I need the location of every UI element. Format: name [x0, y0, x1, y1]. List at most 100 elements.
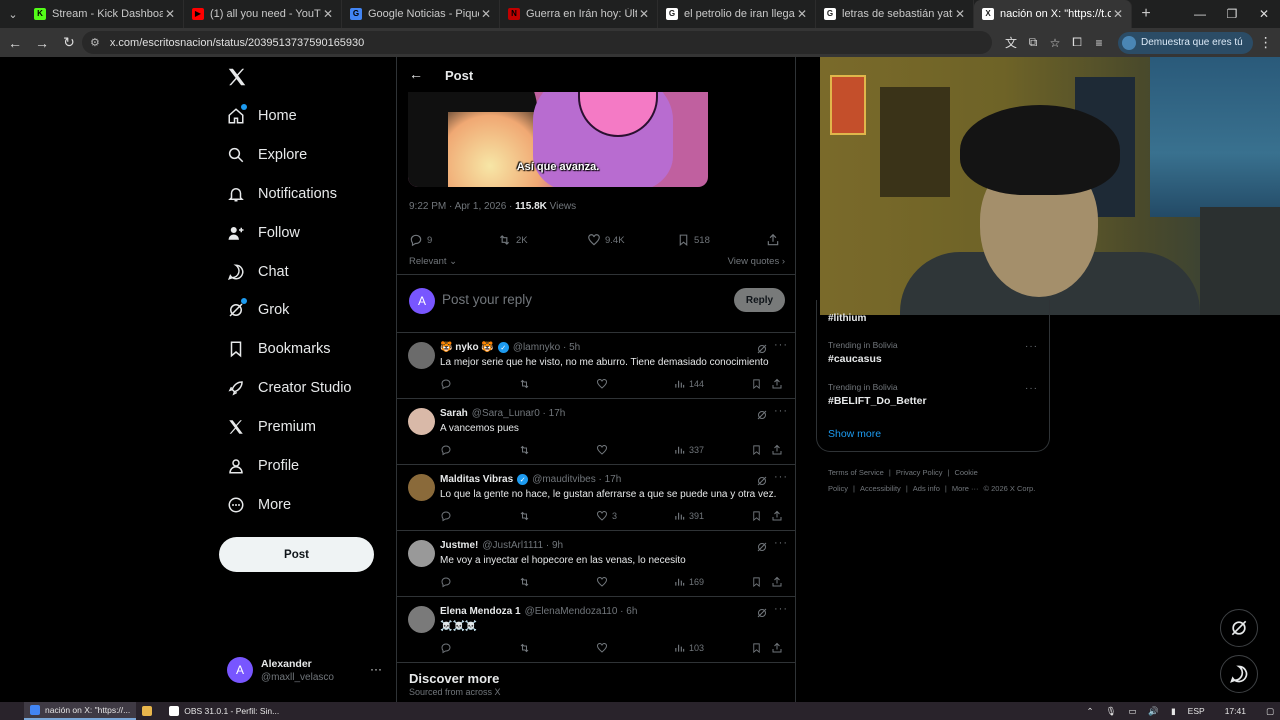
share-icon[interactable]	[771, 642, 787, 654]
sidebar-item-bookmarks[interactable]: Bookmarks	[226, 337, 331, 361]
reply-author-handle[interactable]: @mauditvibes · 17h	[532, 474, 621, 485]
views-action[interactable]: 169	[674, 576, 704, 587]
taskbar-app[interactable]	[136, 702, 163, 720]
browser-tab[interactable]: G Google Noticias - Piqué y el árb✕	[342, 0, 500, 28]
account-avatar[interactable]: A	[227, 657, 253, 683]
reply-icon[interactable]	[440, 510, 456, 522]
more-options-icon[interactable]: ···	[774, 405, 788, 417]
network-icon[interactable]: ▭	[1128, 706, 1136, 717]
reply-input[interactable]: Post your reply	[442, 292, 532, 307]
reply-icon[interactable]	[440, 576, 456, 588]
tab-search-button[interactable]: ⌄	[0, 0, 26, 28]
tab-close-icon[interactable]: ✕	[321, 7, 335, 21]
reply-item[interactable]: Elena Mendoza 1 @ElenaMendoza110 · 6h ··· ☠…	[397, 596, 795, 662]
like-action[interactable]: 3	[596, 510, 617, 522]
share-icon[interactable]	[771, 576, 787, 588]
footer-link[interactable]: Accessibility	[860, 484, 901, 493]
x-logo[interactable]	[226, 66, 248, 88]
close-window-button[interactable]: ✕	[1248, 0, 1280, 28]
sidebar-item-notifications[interactable]: Notifications	[226, 182, 337, 206]
footer-link[interactable]: Ads info	[913, 484, 940, 493]
view-quotes-link[interactable]: View quotes ›	[728, 256, 785, 267]
language-indicator[interactable]: ESP	[1188, 706, 1205, 716]
reply-button[interactable]: Reply	[734, 288, 785, 312]
sidebar-item-home[interactable]: Home	[226, 104, 297, 128]
forward-button[interactable]: →	[30, 31, 54, 55]
reply-author-handle[interactable]: @JustArl1111 · 9h	[482, 540, 563, 551]
tab-close-icon[interactable]: ✕	[479, 7, 493, 21]
repost-icon[interactable]	[518, 378, 535, 390]
volume-icon[interactable]: 🔊	[1148, 706, 1159, 717]
avatar[interactable]	[408, 342, 435, 369]
browser-tab[interactable]: K Stream - Kick Dashboard ✕	[26, 0, 184, 28]
bookmark-icon[interactable]	[751, 510, 766, 522]
extensions-icon[interactable]: ⧠	[1066, 35, 1088, 50]
grok-explain-icon[interactable]	[756, 606, 768, 618]
browser-tab[interactable]: Gel petrolio de iran llega a latino✕	[658, 0, 816, 28]
post-media[interactable]: Así que avanza.	[408, 92, 708, 187]
browser-tab[interactable]: ▶ (1) all you need - YouTube✕	[184, 0, 342, 28]
reply-author-handle[interactable]: @ElenaMendoza110 · 6h	[525, 606, 638, 617]
more-options-icon[interactable]: ···	[774, 471, 788, 483]
back-button[interactable]: ←	[3, 31, 27, 55]
like-action[interactable]	[596, 444, 612, 456]
views-action[interactable]: 337	[674, 444, 704, 455]
bookmark-action[interactable]: 518	[677, 233, 710, 247]
sidebar-item-chat[interactable]: Chat	[226, 260, 289, 284]
tab-close-icon[interactable]: ✕	[953, 7, 967, 21]
like-action[interactable]	[596, 642, 612, 654]
reply-author-name[interactable]: Malditas Vibras	[440, 474, 513, 485]
new-tab-button[interactable]: +	[1132, 5, 1160, 23]
account-handle[interactable]: @maxll_velasco	[261, 672, 334, 683]
minimize-button[interactable]: —	[1184, 0, 1216, 28]
reply-author-name[interactable]: Justme!	[440, 540, 478, 551]
reply-author-name[interactable]: Elena Mendoza 1	[440, 606, 521, 617]
trend-partial-tag[interactable]: #lithium	[828, 313, 866, 324]
reply-item[interactable]: 🐯 nyko 🐯 ✓ @lamnyko · 5h ··· La mejor serie …	[397, 332, 795, 398]
trend-item[interactable]: Trending in Bolivia #caucasus	[828, 340, 898, 365]
site-info-icon[interactable]: ⚙	[90, 36, 100, 49]
reply-author-name[interactable]: 🐯 nyko 🐯	[440, 342, 494, 353]
views-action[interactable]: 391	[674, 510, 704, 521]
taskbar-app[interactable]: OBS 31.0.1 - Perfil: Sin...	[163, 702, 285, 720]
repost-icon[interactable]	[518, 510, 535, 522]
bookmark-icon[interactable]	[751, 576, 766, 588]
post-time[interactable]: 9:22 PM · Apr 1, 2026 ·	[409, 201, 515, 212]
sidebar-item-explore[interactable]: Explore	[226, 143, 307, 167]
share-action[interactable]	[766, 233, 784, 247]
avatar[interactable]	[408, 408, 435, 435]
footer-link[interactable]: More ···	[952, 484, 979, 493]
address-bar[interactable]: ⚙ x.com/escritosnacion/status/2039513737…	[82, 31, 992, 54]
sidebar-item-creator-studio[interactable]: Creator Studio	[226, 376, 352, 400]
bookmark-star-icon[interactable]: ☆	[1044, 36, 1066, 50]
grok-explain-icon[interactable]	[756, 540, 768, 552]
reply-author-handle[interactable]: @Sara_Lunar0 · 17h	[472, 408, 566, 419]
footer-link[interactable]: © 2026 X Corp.	[984, 484, 1036, 493]
repost-action[interactable]: 2K	[497, 233, 528, 247]
avatar[interactable]	[408, 540, 435, 567]
show-more-link[interactable]: Show more	[828, 428, 881, 440]
browser-tab[interactable]: Gletras de sebastián yatra no hay✕	[816, 0, 974, 28]
battery-icon[interactable]: ▮	[1171, 706, 1176, 717]
reply-icon[interactable]	[440, 378, 456, 390]
sidebar-item-profile[interactable]: Profile	[226, 454, 299, 478]
translate-icon[interactable]: 文	[1000, 34, 1022, 51]
bookmark-icon[interactable]	[751, 444, 766, 456]
reply-item[interactable]: Sarah @Sara_Lunar0 · 17h ··· A vancemos pue…	[397, 398, 795, 464]
share-icon[interactable]	[771, 378, 787, 390]
sidebar-item-grok[interactable]: Grok	[226, 298, 289, 322]
sidebar-item-more[interactable]: More	[226, 493, 291, 517]
like-action[interactable]	[596, 378, 612, 390]
bookmark-icon[interactable]	[751, 378, 766, 390]
trend-item[interactable]: Trending in Bolivia #BELIFT_Do_Better	[828, 382, 927, 407]
grok-explain-icon[interactable]	[756, 474, 768, 486]
views-action[interactable]: 144	[674, 378, 704, 389]
account-name[interactable]: Alexander	[261, 658, 312, 670]
reply-action[interactable]: 9	[409, 233, 432, 247]
grok-explain-icon[interactable]	[756, 342, 768, 354]
reload-button[interactable]: ↻	[57, 31, 81, 55]
grok-explain-icon[interactable]	[756, 408, 768, 420]
clock[interactable]: 17:41	[1225, 706, 1246, 716]
media-controls-icon[interactable]: ≡	[1088, 36, 1110, 50]
more-options-icon[interactable]: ···	[774, 537, 788, 549]
